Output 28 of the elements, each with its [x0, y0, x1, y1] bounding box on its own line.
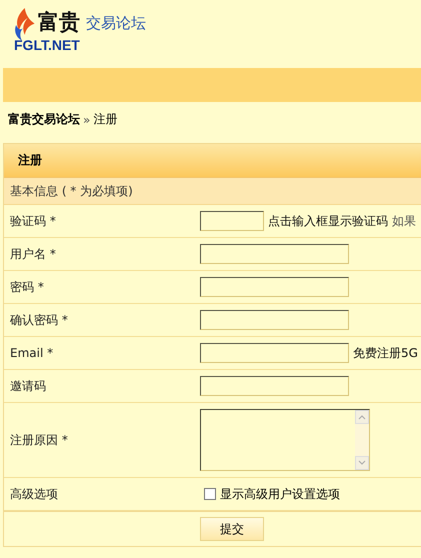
input-field[interactable]: [200, 310, 349, 330]
input-field[interactable]: [200, 211, 264, 231]
field-label: 验证码 *: [9, 212, 57, 230]
submit-button[interactable]: 提交: [200, 517, 264, 541]
logo-title: 富贵: [38, 9, 80, 36]
field-label: 密码 *: [9, 278, 45, 296]
field-label: 邀请码: [9, 378, 47, 394]
field-hint: 免费注册5G: [353, 344, 418, 362]
breadcrumb-separator: »: [83, 112, 90, 126]
field-hint: 点击输入框显示验证码: [268, 212, 388, 230]
breadcrumb-current: 注册: [93, 111, 118, 128]
input-field[interactable]: [200, 277, 349, 297]
field-hint: 如果: [392, 212, 416, 230]
field-label: 注册原因 *: [9, 432, 69, 448]
field-label: 用户名 *: [9, 246, 57, 262]
logo-subtitle: 交易论坛: [86, 14, 146, 34]
section-header: 基本信息 ( * 为必填项): [4, 178, 421, 205]
field-label: Email *: [9, 346, 54, 360]
field-label: 高级选项: [9, 486, 59, 502]
form-title: 注册: [4, 144, 421, 178]
breadcrumb-link[interactable]: 富贵交易论坛: [8, 111, 80, 128]
input-field[interactable]: [200, 376, 349, 396]
logo-domain: FGLT.NET: [14, 37, 81, 53]
field-label: 确认密码 *: [9, 312, 69, 328]
input-field[interactable]: [200, 244, 349, 264]
input-field[interactable]: [200, 343, 349, 363]
checkbox[interactable]: [204, 488, 216, 500]
checkbox-label[interactable]: 显示高级用户设置选项: [220, 486, 340, 502]
